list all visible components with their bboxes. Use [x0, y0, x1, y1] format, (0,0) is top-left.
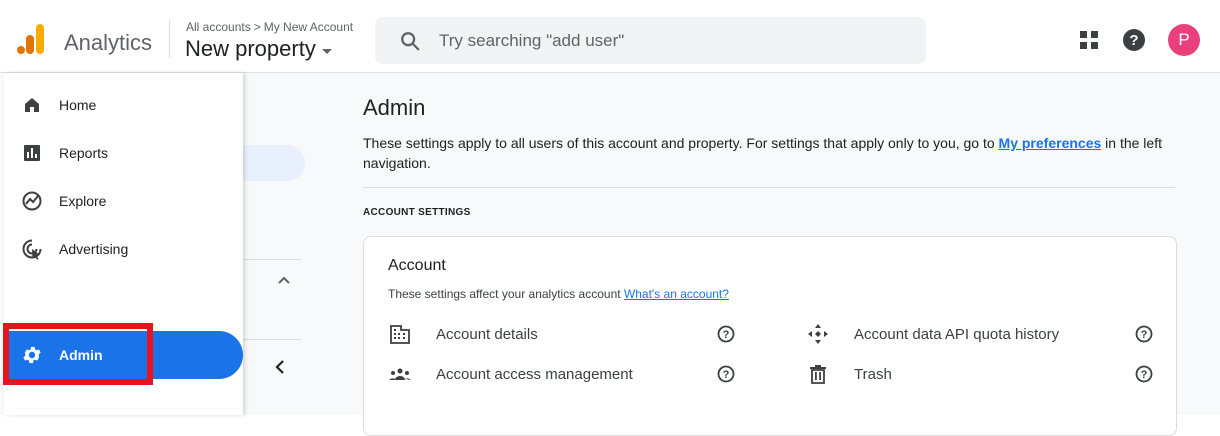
- divider: [363, 187, 1175, 188]
- help-icon[interactable]: ?: [1122, 28, 1146, 52]
- app-name: Analytics: [64, 30, 153, 55]
- nav-item-home[interactable]: Home: [4, 81, 243, 129]
- apps-grid-icon[interactable]: [1078, 29, 1100, 51]
- account-data-api-quota-row[interactable]: Account data API quota history: [806, 322, 1146, 346]
- building-icon: [388, 322, 412, 346]
- row-label: Account details: [436, 325, 538, 343]
- panel-divider: [243, 339, 301, 340]
- reports-icon: [20, 141, 44, 165]
- property-selector[interactable]: New property: [185, 36, 332, 62]
- svg-text:?: ?: [1129, 32, 1138, 49]
- help-circle-icon[interactable]: ?: [1135, 325, 1153, 343]
- search-bar[interactable]: [375, 17, 926, 64]
- advertising-icon: [20, 237, 44, 261]
- help-circle-icon[interactable]: ?: [1135, 365, 1153, 383]
- nav-item-admin[interactable]: Admin: [4, 331, 243, 379]
- nav-label: Explore: [59, 193, 107, 209]
- nav-label: Reports: [59, 145, 109, 161]
- svg-text:?: ?: [723, 369, 730, 381]
- breadcrumb-account[interactable]: My New Account: [264, 20, 353, 34]
- header-divider: [169, 20, 170, 58]
- avatar[interactable]: P: [1168, 24, 1200, 56]
- search-icon: [401, 31, 420, 50]
- row-label: Account data API quota history: [854, 325, 1060, 343]
- nav-label: Home: [59, 97, 97, 113]
- move-arrows-icon: [806, 322, 830, 346]
- people-icon: [388, 362, 412, 386]
- page-description: These settings apply to all users of thi…: [363, 133, 1183, 173]
- analytics-logo[interactable]: [16, 24, 46, 56]
- svg-text:?: ?: [723, 329, 730, 341]
- home-icon: [20, 93, 44, 117]
- svg-text:?: ?: [1141, 369, 1148, 381]
- nav-item-advertising[interactable]: Advertising: [4, 225, 243, 273]
- chevron-up-icon[interactable]: [276, 273, 292, 289]
- whats-an-account-link[interactable]: What's an account?: [624, 287, 729, 301]
- left-navigation: Home Reports Explore Advertising Admin: [4, 73, 243, 415]
- collapse-chevron-icon[interactable]: [272, 359, 288, 375]
- row-label: Trash: [854, 365, 892, 383]
- breadcrumb[interactable]: All accounts > My New Account: [186, 20, 353, 34]
- nav-item-explore[interactable]: Explore: [4, 177, 243, 225]
- page-title: Admin: [363, 95, 426, 120]
- nav-item-reports[interactable]: Reports: [4, 129, 243, 177]
- gear-icon: [20, 343, 44, 367]
- nav-label: Admin: [59, 347, 103, 363]
- svg-text:?: ?: [1141, 329, 1148, 341]
- breadcrumb-all-accounts[interactable]: All accounts: [186, 20, 251, 34]
- help-circle-icon[interactable]: ?: [717, 325, 735, 343]
- search-input[interactable]: [439, 30, 899, 51]
- caret-down-icon: [321, 48, 332, 54]
- breadcrumb-separator: >: [253, 20, 261, 34]
- nav-label: Advertising: [59, 241, 129, 257]
- card-title: Account: [388, 257, 446, 274]
- my-preferences-link[interactable]: My preferences: [999, 135, 1102, 151]
- trash-row[interactable]: Trash: [806, 362, 1146, 386]
- description-text: These settings apply to all users of thi…: [363, 135, 999, 151]
- card-subtitle: These settings affect your analytics acc…: [388, 287, 729, 301]
- help-circle-icon[interactable]: ?: [717, 365, 735, 383]
- account-access-management-row[interactable]: Account access management: [388, 362, 768, 386]
- card-subtitle-text: These settings affect your analytics acc…: [388, 287, 621, 301]
- explore-icon: [20, 189, 44, 213]
- account-settings-card: Account These settings affect your analy…: [363, 236, 1177, 436]
- account-details-row[interactable]: Account details: [388, 322, 768, 346]
- property-name: New property: [185, 36, 316, 61]
- top-bar: Analytics All accounts > My New Account …: [0, 0, 1220, 73]
- row-label: Account access management: [436, 365, 633, 383]
- section-heading: ACCOUNT SETTINGS: [363, 207, 471, 218]
- panel-divider: [243, 259, 301, 260]
- header-actions: ? P: [1078, 24, 1200, 56]
- trash-icon: [806, 362, 830, 386]
- main-content: Admin These settings apply to all users …: [330, 73, 1220, 436]
